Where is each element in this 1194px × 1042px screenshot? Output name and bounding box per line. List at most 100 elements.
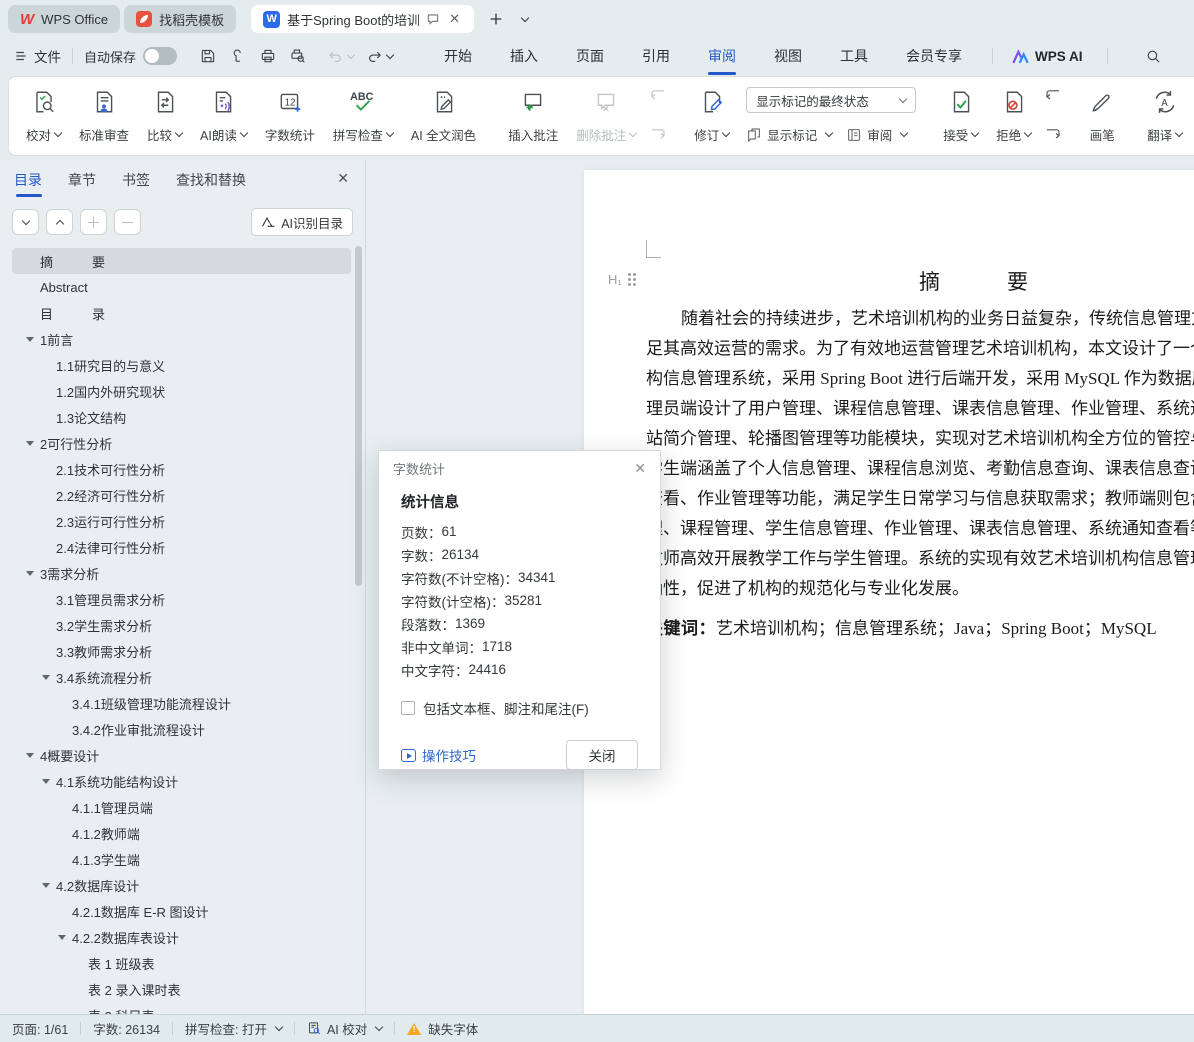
tab-document[interactable]: W 基于Spring Boot的培训机构 ✕: [251, 5, 475, 33]
collapse-arrow-icon[interactable]: [26, 752, 34, 758]
toc-item[interactable]: 4.2.2数据库表设计: [0, 924, 365, 950]
toc-item[interactable]: 2.3运行可行性分析: [0, 508, 365, 534]
dialog-title-bar[interactable]: 字数统计 ✕: [379, 451, 660, 485]
file-menu-button[interactable]: 文件: [14, 46, 61, 66]
menu-工具[interactable]: 工具: [821, 39, 887, 73]
toc-item[interactable]: 4.1.3学生端: [0, 846, 365, 872]
ai-polish-button[interactable]: AI 全文润色: [404, 83, 483, 149]
heading-level-badge[interactable]: H₁: [608, 272, 636, 287]
toc-item[interactable]: 3.3教师需求分析: [0, 638, 365, 664]
toc-item[interactable]: 摘 要: [0, 248, 365, 274]
standard-review-button[interactable]: 标准审查: [72, 83, 136, 149]
toc-item[interactable]: 2.2经济可行性分析: [0, 482, 365, 508]
document-page[interactable]: H₁ 摘 要 随着社会的持续进步，艺术培训机构的业务日益复杂，传统信息管理方式足…: [584, 170, 1194, 1014]
toc-item[interactable]: 3.1管理员需求分析: [0, 586, 365, 612]
save-icon[interactable]: [193, 47, 223, 65]
undo-icon[interactable]: [321, 48, 360, 65]
sidebar-tab-章节[interactable]: 章节: [68, 161, 96, 199]
word-count-button[interactable]: 12 字数统计: [258, 83, 322, 149]
collapse-arrow-icon[interactable]: [58, 934, 66, 940]
sidebar-scrollbar[interactable]: [355, 246, 362, 586]
status-spell-check[interactable]: 拼写检查: 打开: [185, 1019, 284, 1038]
collapse-arrow-icon[interactable]: [42, 882, 50, 888]
ai-read-aloud-button[interactable]: AI朗读: [193, 83, 254, 149]
review-pane-button[interactable]: 审阅: [846, 125, 909, 144]
toc-item[interactable]: 3.4.2作业审批流程设计: [0, 716, 365, 742]
tab-wps-home[interactable]: W WPS Office: [8, 5, 121, 33]
toc-item[interactable]: 4概要设计: [0, 742, 365, 768]
toc-item[interactable]: 1前言: [0, 326, 365, 352]
search-icon[interactable]: [1145, 48, 1162, 65]
include-textbox-checkbox[interactable]: [401, 701, 415, 715]
toc-item[interactable]: 2.4法律可行性分析: [0, 534, 365, 560]
toc-item[interactable]: 4.1系统功能结构设计: [0, 768, 365, 794]
menu-引用[interactable]: 引用: [623, 39, 689, 73]
menu-开始[interactable]: 开始: [425, 39, 491, 73]
accept-changes-button[interactable]: 接受: [936, 83, 985, 149]
sidebar-close-icon[interactable]: ✕: [337, 170, 349, 187]
sidebar-tab-查找和替换[interactable]: 查找和替换: [176, 161, 246, 199]
toc-item[interactable]: 1.3论文结构: [0, 404, 365, 430]
export-pdf-icon[interactable]: [223, 47, 253, 65]
menu-视图[interactable]: 视图: [755, 39, 821, 73]
toc-item[interactable]: 表 1 班级表: [0, 950, 365, 976]
markup-state-dropdown[interactable]: 显示标记的最终状态: [746, 87, 917, 113]
drag-handle-icon[interactable]: [627, 273, 636, 286]
toc-zoom-out-button[interactable]: －: [114, 209, 141, 235]
wps-ai-button[interactable]: WPS AI: [1012, 49, 1083, 64]
reject-changes-button[interactable]: 拒绝: [989, 83, 1038, 149]
toc-collapse-up-button[interactable]: [46, 209, 73, 235]
toc-item[interactable]: 1.1研究目的与意义: [0, 352, 365, 378]
status-word-count[interactable]: 字数: 26134: [93, 1019, 160, 1038]
sidebar-tab-书签[interactable]: 书签: [122, 161, 150, 199]
dialog-close-icon[interactable]: ✕: [634, 460, 646, 477]
ai-recognize-toc-button[interactable]: AI识别目录: [251, 208, 353, 236]
translate-button[interactable]: A 翻译: [1140, 83, 1189, 149]
toc-item[interactable]: 4.2.1数据库 E-R 图设计: [0, 898, 365, 924]
compare-button[interactable]: 比较: [140, 83, 189, 149]
tips-link[interactable]: 操作技巧: [401, 745, 476, 765]
previous-comment-icon[interactable]: [649, 88, 667, 104]
new-tab-icon[interactable]: [488, 11, 504, 27]
toc-zoom-in-button[interactable]: ＋: [80, 209, 107, 235]
next-change-icon[interactable]: [1044, 127, 1062, 143]
toc-item[interactable]: 4.1.1管理员端: [0, 794, 365, 820]
tab-close-icon[interactable]: ✕: [447, 11, 462, 27]
status-missing-font[interactable]: 缺失字体: [407, 1019, 478, 1038]
toc-item[interactable]: 2.1技术可行性分析: [0, 456, 365, 482]
collapse-arrow-icon[interactable]: [26, 336, 34, 342]
autosave-toggle[interactable]: [143, 47, 178, 65]
ink-pen-button[interactable]: 画笔: [1082, 83, 1122, 149]
comment-bubble-icon[interactable]: [426, 12, 440, 26]
previous-change-icon[interactable]: [1044, 88, 1062, 104]
print-preview-icon[interactable]: [283, 47, 313, 65]
toc-expand-down-button[interactable]: [12, 209, 39, 235]
toc-item[interactable]: 2可行性分析: [0, 430, 365, 456]
print-icon[interactable]: [253, 47, 283, 65]
toc-item[interactable]: 3需求分析: [0, 560, 365, 586]
delete-comment-button[interactable]: 删除批注: [569, 83, 643, 149]
dialog-close-button[interactable]: 关闭: [566, 740, 638, 770]
toc-item[interactable]: Abstract: [0, 274, 365, 300]
status-ai-proofread[interactable]: AI 校对: [307, 1019, 384, 1038]
insert-comment-button[interactable]: 插入批注: [501, 83, 565, 149]
tab-list-chevron-icon[interactable]: [518, 13, 530, 24]
menu-插入[interactable]: 插入: [491, 39, 557, 73]
collapse-arrow-icon[interactable]: [42, 674, 50, 680]
toc-item[interactable]: 4.2数据库设计: [0, 872, 365, 898]
toc-item[interactable]: 3.2学生需求分析: [0, 612, 365, 638]
next-comment-icon[interactable]: [649, 127, 667, 143]
status-page-indicator[interactable]: 页面: 1/61: [12, 1019, 68, 1038]
tab-docer-templates[interactable]: 找稻壳模板: [124, 5, 237, 33]
sidebar-tab-目录[interactable]: 目录: [14, 161, 42, 199]
menu-会员专享[interactable]: 会员专享: [887, 39, 981, 73]
toc-item[interactable]: 3.4系统流程分析: [0, 664, 365, 690]
collapse-arrow-icon[interactable]: [42, 778, 50, 784]
toc-item[interactable]: 表 3 科目表: [0, 1002, 365, 1015]
toc-item[interactable]: 4.1.2教师端: [0, 820, 365, 846]
proofread-button[interactable]: 校对: [19, 83, 68, 149]
collapse-arrow-icon[interactable]: [26, 570, 34, 576]
redo-icon[interactable]: [360, 48, 399, 65]
toc-item[interactable]: 目 录: [0, 300, 365, 326]
toc-item[interactable]: 1.2国内外研究现状: [0, 378, 365, 404]
